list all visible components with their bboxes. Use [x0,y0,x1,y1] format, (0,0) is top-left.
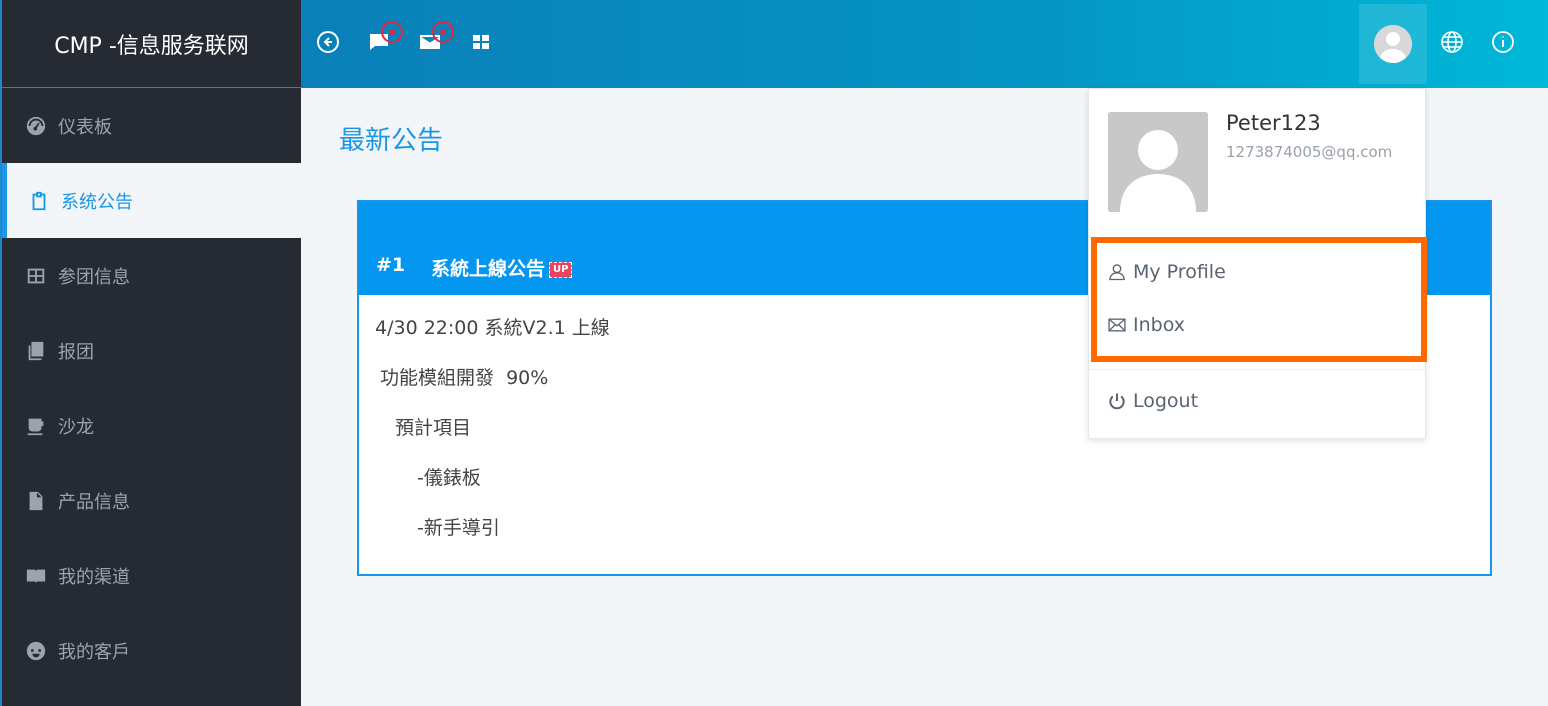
sidebar-item-dashboard[interactable]: 仪表板 [2,88,301,163]
sidebar-item-products[interactable]: 产品信息 [2,463,301,538]
my-profile-label: My Profile [1133,261,1226,283]
username: Peter123 [1226,111,1321,135]
sidebar-item-channels[interactable]: 我的渠道 [2,538,301,613]
announcement-title: 系統上線公告 [431,258,546,280]
sidebar-item-register[interactable]: 报团 [2,313,301,388]
announcement-line: 4/30 22:00 系統V2.1 上線 [375,317,610,339]
top-header [301,0,1548,88]
power-icon [1109,393,1125,410]
chat-notification-badge [381,21,403,43]
page-title: 最新公告 [339,126,444,156]
back-icon[interactable] [314,28,342,56]
avatar [1108,112,1208,212]
dashboard-icon [24,114,48,138]
sidebar-item-label: 仪表板 [58,116,112,138]
avatar [1374,25,1412,63]
logout-link[interactable]: Logout [1107,390,1198,412]
announcement-number: #1 [376,254,406,276]
book-open-icon [24,564,48,588]
sidebar-item-customers[interactable]: 我的客戶 [2,613,301,688]
logout-label: Logout [1133,390,1199,412]
sidebar-item-label: 参团信息 [58,266,130,288]
sidebar-item-tour-info[interactable]: 参团信息 [2,238,301,313]
envelope-icon [1108,318,1126,332]
inbox-label: Inbox [1133,314,1185,336]
clipboard-icon [27,189,51,213]
announcement-line: -新手導引 [417,517,500,539]
info-icon[interactable] [1489,28,1517,56]
sidebar-item-label: 我的客戶 [58,641,130,663]
my-profile-link[interactable]: My Profile [1107,261,1226,283]
sidebar-item-label: 报团 [58,341,94,363]
sidebar-item-salon[interactable]: 沙龙 [2,388,301,463]
chat-icon[interactable] [365,21,403,56]
announcement-title-wrap: 系統上線公告 UP [431,254,573,281]
sidebar-item-label: 沙龙 [58,416,94,438]
mail-notification-badge [432,21,454,43]
face-icon [24,639,48,663]
sidebar-nav: 仪表板 系统公告 参团信息 报团 沙龙 产品信息 我的渠道 我的客戶 [2,88,301,688]
books-icon [24,339,48,363]
inbox-link[interactable]: Inbox [1107,314,1185,336]
announcement-line: -儀錶板 [417,467,481,489]
up-badge: UP [549,261,573,278]
brand-title[interactable]: CMP -信息服务联网 [2,0,301,88]
file-icon [24,489,48,513]
user-email: 1273874005@qq.com [1226,143,1393,161]
sidebar: CMP -信息服务联网 仪表板 系统公告 参团信息 报团 沙龙 产品信息 我的渠… [0,0,301,706]
user-dropdown-menu: Peter123 1273874005@qq.com My Profile In… [1088,88,1427,439]
mail-icon[interactable] [416,21,454,56]
sidebar-item-announcements[interactable]: 系统公告 [2,163,301,238]
sidebar-item-label: 产品信息 [58,491,130,513]
user-icon [1109,264,1125,281]
grid-icon [24,264,48,288]
highlight-box [1091,237,1427,362]
globe-icon[interactable] [1438,28,1466,56]
sidebar-item-label: 我的渠道 [58,566,130,588]
dropdown-divider [1089,369,1425,370]
user-avatar-button[interactable] [1359,4,1427,84]
apps-icon[interactable] [467,28,495,56]
announcement-line: 預計項目 [395,417,472,439]
announcement-line: 功能模組開發 90% [380,367,549,389]
sidebar-item-label: 系统公告 [61,191,133,213]
coffee-icon [24,414,48,438]
